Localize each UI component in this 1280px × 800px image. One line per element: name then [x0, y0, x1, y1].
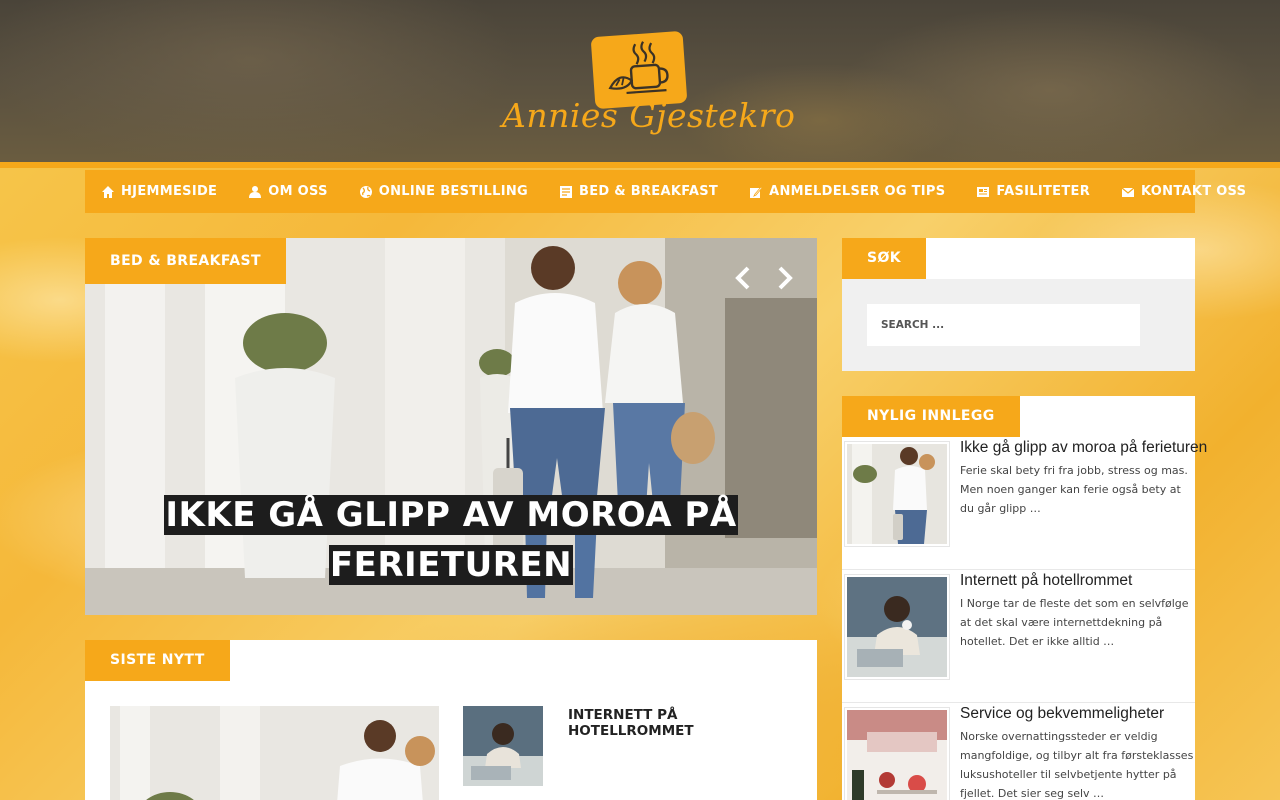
latest-news-heading: SISTE NYTT — [85, 640, 230, 681]
slide-category-badge[interactable]: BED & BREAKFAST — [85, 238, 286, 284]
search-input[interactable] — [867, 304, 1140, 346]
site-header: Annies Gjestekro — [0, 0, 1280, 166]
chevron-right-icon[interactable] — [775, 264, 795, 292]
newspaper-icon — [977, 186, 990, 197]
nav-item-label: KONTAKT OSS — [1141, 184, 1247, 199]
recent-post-title[interactable]: Service og bekvemmeligheter — [960, 705, 1195, 723]
site-logo[interactable]: Annies Gjestekro — [500, 30, 796, 142]
nav-item-hjemmeside[interactable]: HJEMMESIDE — [101, 184, 217, 199]
nav-item-label: ONLINE BESTILLING — [378, 184, 528, 199]
chevron-left-icon[interactable] — [733, 264, 753, 292]
site-title: Annies Gjestekro — [502, 96, 796, 135]
recent-post-excerpt: I Norge tar de fleste det som en selvføl… — [960, 597, 1189, 648]
nav-item-label: BED & BREAKFAST — [579, 184, 719, 199]
recent-post-excerpt: Ferie skal bety fri fra jobb, stress og … — [960, 464, 1188, 515]
recent-post-title[interactable]: Internett på hotellrommet — [960, 572, 1195, 590]
nav-item-label: OM OSS — [268, 184, 328, 199]
search-widget: SØK — [842, 238, 1195, 371]
recent-post-title[interactable]: Ikke gå glipp av moroa på ferieturen — [960, 439, 1207, 457]
latest-side-thumbnail[interactable] — [463, 706, 543, 786]
recent-posts-widget: NYLIG INNLEGG Ikke gå glipp av moroa på … — [842, 396, 1207, 800]
featured-slider[interactable]: BED & BREAKFAST IKKE GÅ GLIPP AV MOROA P… — [85, 238, 817, 615]
nav-item-kontakt-oss[interactable]: KONTAKT OSS — [1121, 184, 1246, 199]
nav-item-anmeldelser-og-tips[interactable]: ANMELDELSER OG TIPS — [749, 184, 945, 199]
document-icon — [560, 185, 572, 198]
recent-post-thumbnail[interactable] — [844, 707, 950, 800]
recent-post-item[interactable]: Internett på hotellrommet I Norge tar de… — [842, 570, 1195, 703]
recent-posts-heading: NYLIG INNLEGG — [842, 396, 1020, 437]
recent-post-excerpt: Norske overnattingssteder er veldig mang… — [960, 730, 1194, 800]
recent-post-item[interactable]: Service og bekvemmeligheter Norske overn… — [842, 703, 1195, 800]
latest-side-title[interactable]: INTERNETT PÅ HOTELLROMMET — [568, 707, 798, 739]
nav-item-online-bestilling[interactable]: ONLINE BESTILLING — [359, 184, 528, 199]
latest-featured-image[interactable] — [110, 706, 439, 800]
recent-post-item[interactable]: Ikke gå glipp av moroa på ferieturen Fer… — [842, 437, 1207, 570]
user-icon — [249, 185, 262, 198]
home-icon — [102, 185, 114, 198]
latest-news-section: SISTE NYTT INTERNETT PÅ HOTELLROMMET — [85, 640, 817, 800]
header-divider — [0, 162, 1280, 168]
nav-item-label: ANMELDELSER OG TIPS — [769, 184, 946, 199]
nav-item-label: HJEMMESIDE — [121, 184, 218, 199]
edit-icon — [750, 185, 763, 198]
recent-post-thumbnail[interactable] — [844, 574, 950, 680]
main-navigation: HJEMMESIDE OM OSS ONLINE BESTILLING BED … — [85, 170, 1246, 213]
slide-title-text: IKKE GÅ GLIPP AV MOROA PÅ FERIETUREN — [164, 495, 738, 585]
slide-title[interactable]: IKKE GÅ GLIPP AV MOROA PÅ FERIETUREN — [145, 490, 757, 590]
nav-item-om-oss[interactable]: OM OSS — [248, 184, 328, 199]
search-widget-header: SØK — [842, 238, 1195, 279]
slider-controls — [733, 264, 795, 292]
nav-item-label: FASILITETER — [996, 184, 1090, 199]
mail-icon — [1121, 187, 1135, 197]
search-widget-heading: SØK — [842, 238, 927, 279]
nav-item-fasiliteter[interactable]: FASILITETER — [976, 184, 1090, 199]
recent-post-thumbnail[interactable] — [844, 441, 950, 547]
nav-item-bed-breakfast[interactable]: BED & BREAKFAST — [559, 184, 718, 199]
globe-icon — [359, 185, 372, 198]
